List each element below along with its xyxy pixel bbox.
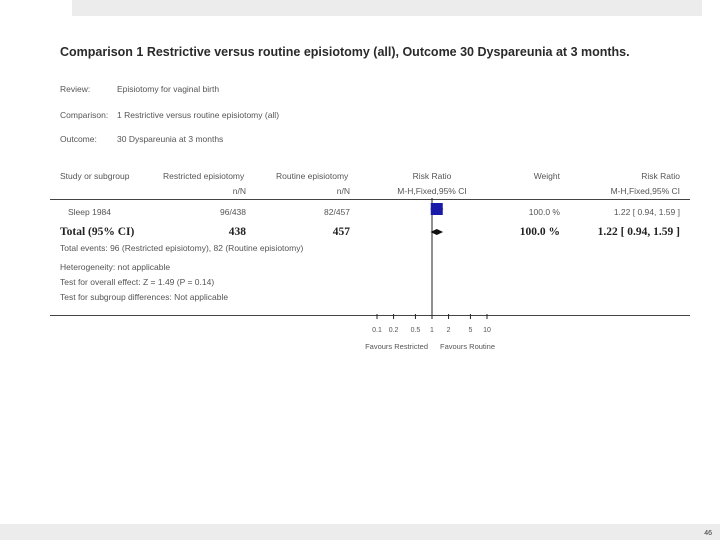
outcome-value: 30 Dyspareunia at 3 months [117, 134, 224, 144]
comparison-line: Comparison: 1 Restrictive versus routine … [60, 110, 279, 120]
comparison-label: Comparison: [60, 110, 109, 120]
header-weight: Weight [533, 171, 560, 181]
favours-right-label: Favours Routine [440, 342, 495, 351]
header-routine: Routine episiotomy [276, 171, 349, 181]
subgroup-note: Test for subgroup differences: Not appli… [60, 292, 229, 302]
total-ci: 1.22 [ 0.94, 1.59 ] [597, 226, 680, 238]
bottom-bar [0, 524, 720, 540]
top-bar [72, 0, 702, 16]
bottom-rule [50, 315, 690, 316]
study-routine: 82/457 [324, 207, 350, 217]
total-routine: 457 [332, 226, 350, 238]
slide-number: 46 [704, 530, 712, 537]
review-line: Review: Episiotomy for vaginal birth [60, 84, 219, 94]
header-restricted-sub: n/N [232, 186, 246, 196]
header-risk-ratio: Risk Ratio [412, 171, 452, 181]
header-study: Study or subgroup [60, 171, 130, 181]
header-risk-ratio-2: Risk Ratio [641, 171, 680, 181]
review-label: Review: [60, 84, 91, 94]
outcome-label: Outcome: [60, 134, 97, 144]
axis-tick-label: 5 [468, 327, 472, 334]
study-ci: 1.22 [ 0.94, 1.59 ] [613, 207, 680, 217]
figure-title: Comparison 1 Restrictive versus routine … [60, 45, 630, 59]
axis-tick-label: 0.5 [411, 327, 421, 334]
axis-tick-label: 0.1 [372, 327, 382, 334]
heterogeneity-note: Heterogeneity: not applicable [60, 262, 171, 272]
axis-tick-label: 1 [430, 327, 434, 334]
header-rule [50, 199, 690, 200]
comparison-value: 1 Restrictive versus routine episiotomy … [117, 110, 280, 120]
total-label: Total (95% CI) [60, 226, 135, 238]
header-restricted: Restricted episiotomy [163, 171, 245, 181]
axis-tick-label: 2 [447, 327, 451, 334]
favours-left-label: Favours Restricted [365, 342, 428, 351]
total-restricted: 438 [228, 226, 246, 238]
outcome-line: Outcome: 30 Dyspareunia at 3 months [60, 134, 223, 144]
study-name: Sleep 1984 [68, 207, 112, 217]
pooled-estimate-diamond [430, 229, 444, 235]
study-restricted: 96/438 [220, 207, 246, 217]
review-value: Episiotomy for vaginal birth [117, 84, 220, 94]
header-routine-sub: n/N [336, 186, 350, 196]
study-estimate-square [430, 203, 443, 215]
header-risk-ratio-method: M-H,Fixed,95% CI [397, 186, 467, 196]
header-risk-ratio-2-method: M-H,Fixed,95% CI [610, 186, 680, 196]
total-weight: 100.0 % [519, 226, 560, 238]
total-events-note: Total events: 96 (Restricted episiotomy)… [60, 243, 304, 253]
axis-tick-label: 0.2 [389, 327, 399, 334]
axis-tick-label: 10 [483, 327, 491, 334]
study-weight: 100.0 % [528, 207, 560, 217]
overall-effect-note: Test for overall effect: Z = 1.49 (P = 0… [60, 277, 215, 287]
